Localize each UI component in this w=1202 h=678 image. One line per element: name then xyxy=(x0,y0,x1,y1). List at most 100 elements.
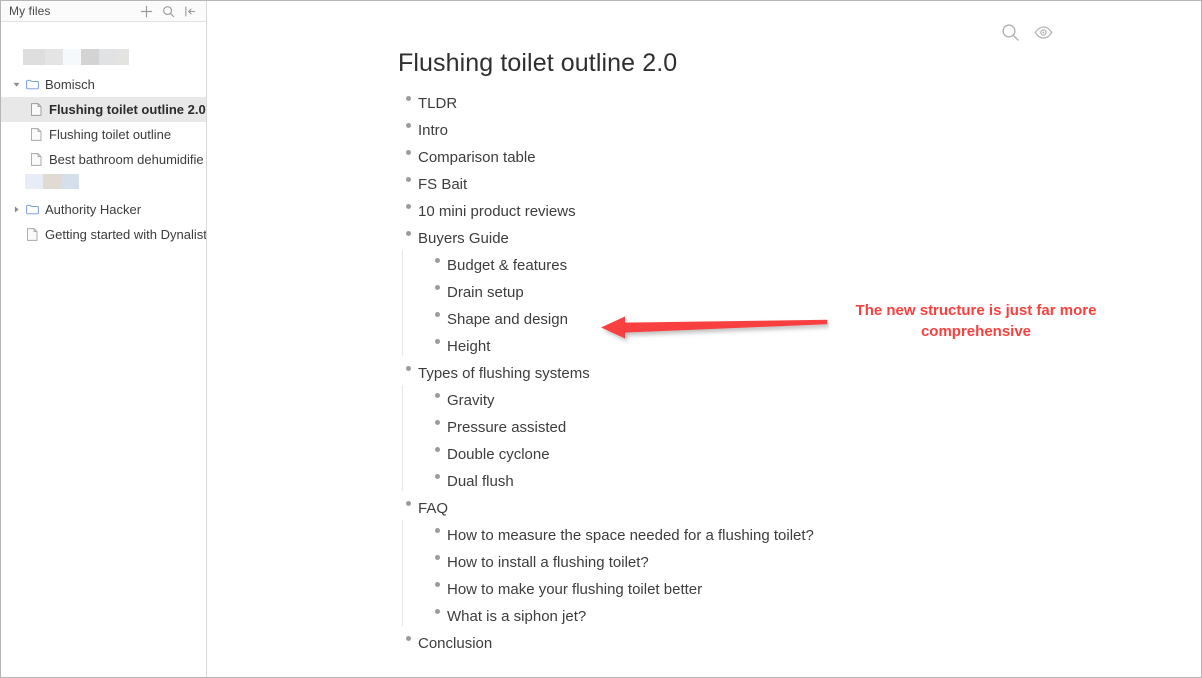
outline-item-row[interactable]: Intro xyxy=(398,117,1098,144)
outline-item-row[interactable]: How to measure the space needed for a fl… xyxy=(427,522,1098,549)
bullet-icon[interactable] xyxy=(427,554,447,560)
outline-item: 10 mini product reviews xyxy=(398,198,1098,225)
tree-folder-authority-hacker[interactable]: Authority Hacker xyxy=(1,197,206,222)
eye-icon[interactable] xyxy=(1034,23,1053,42)
bullet-icon[interactable] xyxy=(398,122,418,128)
outline-item-row[interactable]: FS Bait xyxy=(398,171,1098,198)
chevron-down-icon[interactable] xyxy=(9,81,23,88)
document-icon xyxy=(23,228,41,241)
sidebar: My files Bomisch Flushing toilet outline… xyxy=(1,1,207,677)
bullet-icon[interactable] xyxy=(427,338,447,344)
outline-item-text: Types of flushing systems xyxy=(418,365,590,382)
outline-item-text: FAQ xyxy=(418,500,449,517)
outline-item-row[interactable]: FAQ xyxy=(398,495,1098,522)
outline-item-text: Comparison table xyxy=(418,149,536,166)
bullet-icon[interactable] xyxy=(427,446,447,452)
outline-item: Shape and design xyxy=(427,306,1098,333)
bullet-icon[interactable] xyxy=(398,365,418,371)
outline-item-row[interactable]: Budget & features xyxy=(427,252,1098,279)
add-icon[interactable] xyxy=(140,5,153,18)
outline-item-row[interactable]: Gravity xyxy=(427,387,1098,414)
chevron-right-icon[interactable] xyxy=(9,206,23,213)
outline-item: How to make your flushing toilet better xyxy=(427,576,1098,603)
outline-item-row[interactable]: Comparison table xyxy=(398,144,1098,171)
outline-item: Double cyclone xyxy=(427,441,1098,468)
outline-item-text: Drain setup xyxy=(447,284,524,301)
outline-item-text: Double cyclone xyxy=(447,446,550,463)
outline-item: How to install a flushing toilet? xyxy=(427,549,1098,576)
tree-item-label: Flushing toilet outline 2.0 xyxy=(49,102,206,117)
outline-item-text: Budget & features xyxy=(447,257,568,274)
outline-item-text: How to measure the space needed for a fl… xyxy=(447,527,814,544)
tree-item-label: Getting started with Dynalist xyxy=(45,227,206,242)
outline-item-row[interactable]: Drain setup xyxy=(427,279,1098,306)
sidebar-header-icons xyxy=(140,5,199,18)
tree-file-flushing-toilet-outline[interactable]: Flushing toilet outline xyxy=(1,122,206,147)
bullet-icon[interactable] xyxy=(427,608,447,614)
document-icon xyxy=(27,103,45,116)
outline-item: Dual flush xyxy=(427,468,1098,495)
collapse-panel-icon[interactable] xyxy=(184,5,197,18)
outline-item-row[interactable]: Height xyxy=(427,333,1098,360)
outline-sublist: How to measure the space needed for a fl… xyxy=(398,520,1098,630)
outline-item: What is a siphon jet? xyxy=(427,603,1098,630)
bullet-icon[interactable] xyxy=(398,635,418,641)
outline-item-row[interactable]: Pressure assisted xyxy=(427,414,1098,441)
tree-file-getting-started-with-dynalist[interactable]: Getting started with Dynalist xyxy=(1,222,206,247)
page-title: Flushing toilet outline 2.0 xyxy=(398,49,678,77)
outline-item-row[interactable]: How to make your flushing toilet better xyxy=(427,576,1098,603)
outline-item-row[interactable]: 10 mini product reviews xyxy=(398,198,1098,225)
outline-item: TLDR xyxy=(398,90,1098,117)
tree-file-best-bathroom-dehumidifier[interactable]: Best bathroom dehumidifie xyxy=(1,147,206,172)
outline-sublist: Gravity Pressure assisted Double cyclone… xyxy=(398,385,1098,495)
bullet-icon[interactable] xyxy=(398,176,418,182)
outline-item-row[interactable]: TLDR xyxy=(398,90,1098,117)
outline-item-row[interactable]: How to install a flushing toilet? xyxy=(427,549,1098,576)
bullet-icon[interactable] xyxy=(427,311,447,317)
search-icon[interactable] xyxy=(1001,23,1020,42)
bullet-icon[interactable] xyxy=(427,419,447,425)
outline-list: TLDR Intro Comparison table FS Bait 10 m… xyxy=(398,90,1098,657)
outline-item: Pressure assisted xyxy=(427,414,1098,441)
outline-item-row[interactable]: Double cyclone xyxy=(427,441,1098,468)
document-icon xyxy=(27,128,45,141)
tree-file-flushing-toilet-outline-2-0[interactable]: Flushing toilet outline 2.0 xyxy=(1,97,206,122)
outline-item-text: Shape and design xyxy=(447,311,568,328)
outline-item-row[interactable]: Shape and design xyxy=(427,306,1098,333)
bullet-icon[interactable] xyxy=(398,149,418,155)
document-toolbar xyxy=(1001,23,1053,42)
bullet-icon[interactable] xyxy=(427,257,447,263)
search-icon[interactable] xyxy=(162,5,175,18)
outline-item: Budget & features xyxy=(427,252,1098,279)
bullet-icon[interactable] xyxy=(398,203,418,209)
outline-item: Intro xyxy=(398,117,1098,144)
bullet-icon[interactable] xyxy=(427,284,447,290)
outline-item-text: Conclusion xyxy=(418,635,493,652)
outline-item-row[interactable]: Buyers Guide xyxy=(398,225,1098,252)
tree-folder-bomisch[interactable]: Bomisch xyxy=(1,72,206,97)
outline-item-text: TLDR xyxy=(418,95,458,112)
outline-item-text: Gravity xyxy=(447,392,495,409)
outline-item: Comparison table xyxy=(398,144,1098,171)
outline-item-row[interactable]: Types of flushing systems xyxy=(398,360,1098,387)
folder-icon xyxy=(23,79,41,90)
outline-item: Buyers Guide Budget & features Drain set… xyxy=(398,225,1098,360)
outline-item-text: How to install a flushing toilet? xyxy=(447,554,649,571)
outline-item-row[interactable]: Conclusion xyxy=(398,630,1098,657)
bullet-icon[interactable] xyxy=(398,230,418,236)
outline-item-row[interactable]: Dual flush xyxy=(427,468,1098,495)
bullet-icon[interactable] xyxy=(427,581,447,587)
bullet-icon[interactable] xyxy=(398,500,418,506)
bullet-icon[interactable] xyxy=(427,527,447,533)
bullet-icon[interactable] xyxy=(427,473,447,479)
document-pane: Flushing toilet outline 2.0 TLDR Intro C… xyxy=(208,1,1201,677)
file-tree: Bomisch Flushing toilet outline 2.0 Flus… xyxy=(1,22,206,247)
tree-item-label: Bomisch xyxy=(45,77,95,92)
outline-item-row[interactable]: What is a siphon jet? xyxy=(427,603,1098,630)
bullet-icon[interactable] xyxy=(427,392,447,398)
outline-item: Drain setup xyxy=(427,279,1098,306)
bullet-icon[interactable] xyxy=(398,95,418,101)
folder-icon xyxy=(23,204,41,215)
document-icon xyxy=(27,153,45,166)
outline-item: FAQ How to measure the space needed for … xyxy=(398,495,1098,630)
